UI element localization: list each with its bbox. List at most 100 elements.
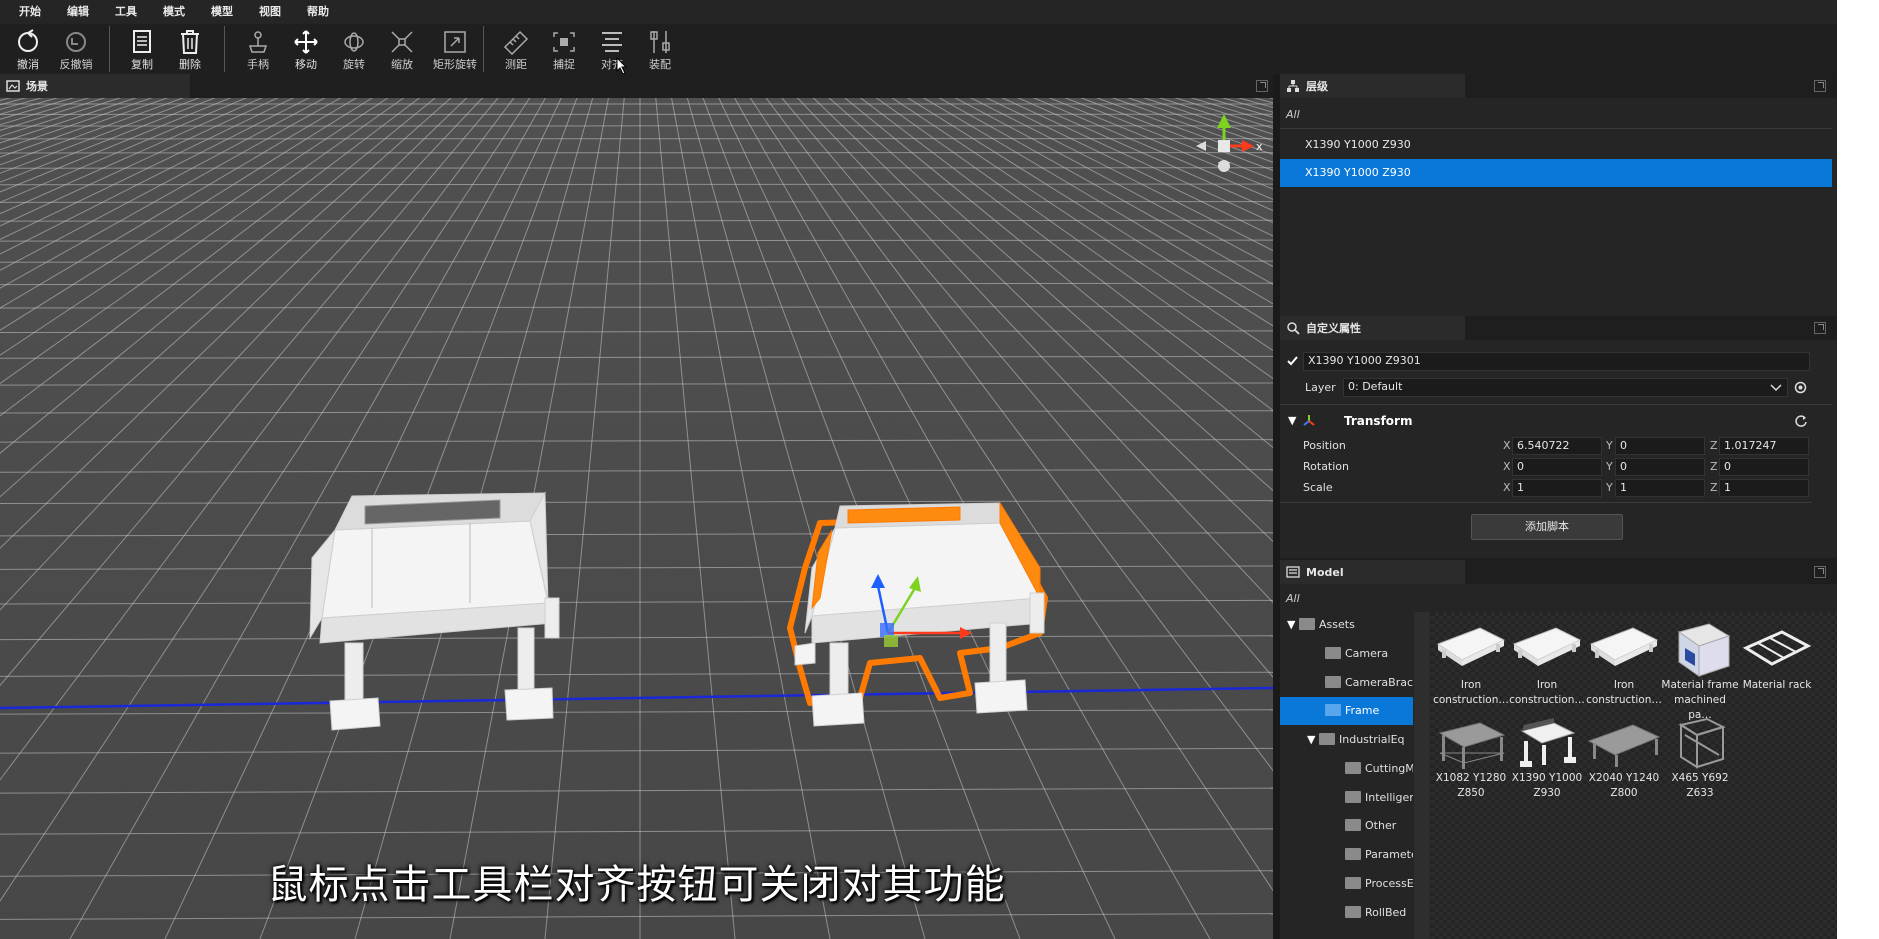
rect-rotate-button[interactable]: 矩形旋转: [427, 29, 483, 73]
asset-name-line1: Iron: [1613, 679, 1635, 691]
asset-tile[interactable]: Material rack: [1738, 622, 1816, 693]
scale-x-axis: X: [1503, 481, 1511, 494]
asset-name-line2: Z633: [1686, 787, 1714, 799]
properties-maximize-icon[interactable]: [1814, 322, 1826, 334]
rotation-x-field[interactable]: 0: [1512, 458, 1602, 476]
video-subtitle: 鼠标点击工具栏对齐按钮可关闭对其功能: [267, 862, 1006, 908]
asset-thumbnail: [1438, 722, 1506, 769]
scale-y-field[interactable]: 1: [1615, 479, 1705, 497]
measure-button[interactable]: 测距: [493, 29, 539, 73]
properties-tabbar-empty: [1465, 316, 1837, 340]
tree-item-paramete[interactable]: Paramete: [1280, 841, 1413, 869]
layer-select[interactable]: 0: Default: [1343, 378, 1788, 397]
tree-scrollbar[interactable]: [1414, 612, 1430, 939]
model-maximize-icon[interactable]: [1814, 566, 1826, 578]
rotation-y-field[interactable]: 0: [1615, 458, 1705, 476]
collapse-triangle-icon[interactable]: ▼: [1288, 414, 1296, 427]
scene-tabbar-empty: [190, 74, 1273, 98]
redo-icon: [66, 32, 86, 52]
scene-title: 场景: [26, 80, 48, 93]
scale-x-field[interactable]: 1: [1512, 479, 1602, 497]
model-title: Model: [1306, 565, 1344, 579]
menu-help[interactable]: 帮助: [294, 0, 342, 24]
model-filter[interactable]: All: [1286, 592, 1300, 605]
scene-viewport[interactable]: x 鼠标点击工具栏对齐按钮可关闭对其功能: [0, 98, 1273, 939]
menu-tools[interactable]: 工具: [102, 0, 150, 24]
assemble-button[interactable]: 装配: [637, 29, 683, 73]
delete-button[interactable]: 删除: [167, 29, 213, 73]
menu-start[interactable]: 开始: [6, 0, 54, 24]
asset-tile[interactable]: X1082 Y1280 Z850: [1432, 715, 1510, 801]
handle-button[interactable]: 手柄: [235, 29, 281, 73]
position-x-field[interactable]: 6.540722: [1512, 437, 1602, 455]
asset-name-line1: X1390 Y1000: [1511, 772, 1583, 784]
rect-rotate-icon: [444, 31, 466, 53]
undo-button[interactable]: 撤消: [5, 29, 51, 73]
asset-tile[interactable]: X465 Y692 Z633: [1661, 715, 1739, 801]
add-script-button[interactable]: 添加脚本: [1471, 514, 1623, 540]
hierarchy-item-selected[interactable]: X1390 Y1000 Z930: [1280, 159, 1832, 187]
tree-item-camera[interactable]: Camera: [1280, 640, 1413, 668]
menu-edit[interactable]: 编辑: [54, 0, 102, 24]
copy-button[interactable]: 复制: [119, 29, 165, 73]
panel-splitter[interactable]: [1273, 74, 1280, 939]
asset-name-line1: X2040 Y1240: [1588, 772, 1660, 784]
tree-item-assets[interactable]: ▼ Assets: [1280, 611, 1413, 639]
redo-button[interactable]: 反撤销: [53, 29, 99, 73]
scene-maximize-icon[interactable]: [1256, 80, 1268, 92]
scale-button[interactable]: 缩放: [379, 29, 425, 73]
toolbar-divider: [483, 26, 484, 72]
asset-tile[interactable]: Material frame machined pa…: [1661, 622, 1739, 723]
tree-item-industrialeq[interactable]: ▼ IndustrialEq: [1280, 726, 1413, 754]
asset-tile[interactable]: Iron construction…: [1508, 622, 1586, 708]
menu-model[interactable]: 模型: [198, 0, 246, 24]
asset-tile[interactable]: Iron construction…: [1432, 622, 1510, 708]
toolbar: 撤消 反撤销 复制 删除 手柄 移动 旋转 缩放 矩形旋转 测距 捕捉 对齐 装…: [0, 24, 1837, 75]
rotation-z-field[interactable]: 0: [1719, 458, 1809, 476]
rotation-z-axis: Z: [1710, 460, 1718, 473]
asset-name-line1: Material rack: [1742, 679, 1812, 691]
asset-tile[interactable]: X1390 Y1000 Z930: [1508, 715, 1586, 801]
hierarchy-filter[interactable]: All: [1286, 108, 1300, 121]
asset-name-line2: Z930: [1533, 787, 1561, 799]
menu-mode[interactable]: 模式: [150, 0, 198, 24]
scale-icon: [391, 31, 413, 53]
undo-label: 撤消: [17, 58, 39, 71]
tree-item-cuttingm[interactable]: CuttingM: [1280, 755, 1413, 783]
tree-item-other[interactable]: Other: [1280, 812, 1413, 840]
rotate-button[interactable]: 旋转: [331, 29, 377, 73]
scale-label: Scale: [1303, 481, 1333, 494]
position-y-axis: Y: [1606, 439, 1613, 452]
asset-name-line1: Material frame: [1661, 679, 1739, 691]
tree-item-camerabrac[interactable]: CameraBrac: [1280, 669, 1413, 697]
hierarchy-maximize-icon[interactable]: [1814, 80, 1826, 92]
hierarchy-tab[interactable]: 层级: [1280, 74, 1465, 98]
hierarchy-item[interactable]: X1390 Y1000 Z930: [1280, 131, 1832, 159]
reset-icon[interactable]: [1795, 415, 1808, 428]
scale-z-field[interactable]: 1: [1719, 479, 1809, 497]
properties-tab[interactable]: 自定义属性: [1280, 316, 1465, 340]
position-y-field[interactable]: 0: [1615, 437, 1705, 455]
object-name-field[interactable]: X1390 Y1000 Z9301: [1303, 352, 1810, 371]
asset-tile[interactable]: X2040 Y1240 Z800: [1585, 715, 1663, 801]
tree-item-processe[interactable]: ProcessE: [1280, 870, 1413, 898]
scene-tab[interactable]: 场景: [0, 74, 190, 98]
asset-name-line1: Iron: [1536, 679, 1558, 691]
move-button[interactable]: 移动: [283, 29, 329, 73]
position-z-field[interactable]: 1.017247: [1719, 437, 1809, 455]
layer-target-icon[interactable]: [1794, 381, 1807, 394]
align-button[interactable]: 对齐: [589, 29, 635, 73]
snap-button[interactable]: 捕捉: [541, 29, 587, 73]
model-tab[interactable]: Model: [1280, 560, 1465, 584]
tree-item-frame[interactable]: Frame: [1280, 697, 1413, 725]
search-icon: [1286, 321, 1300, 335]
folder-icon: [1345, 877, 1361, 889]
tree-item-intelliger[interactable]: Intelliger: [1280, 784, 1413, 812]
tree-item-rollbed[interactable]: RollBed: [1280, 899, 1413, 927]
tree-item-label: CuttingM: [1365, 762, 1413, 775]
menu-view[interactable]: 视图: [246, 0, 294, 24]
asset-tile[interactable]: Iron construction…: [1585, 622, 1663, 708]
active-checkbox[interactable]: [1286, 354, 1299, 367]
rotate-label: 旋转: [343, 58, 365, 71]
model-list-icon: [1286, 565, 1300, 579]
